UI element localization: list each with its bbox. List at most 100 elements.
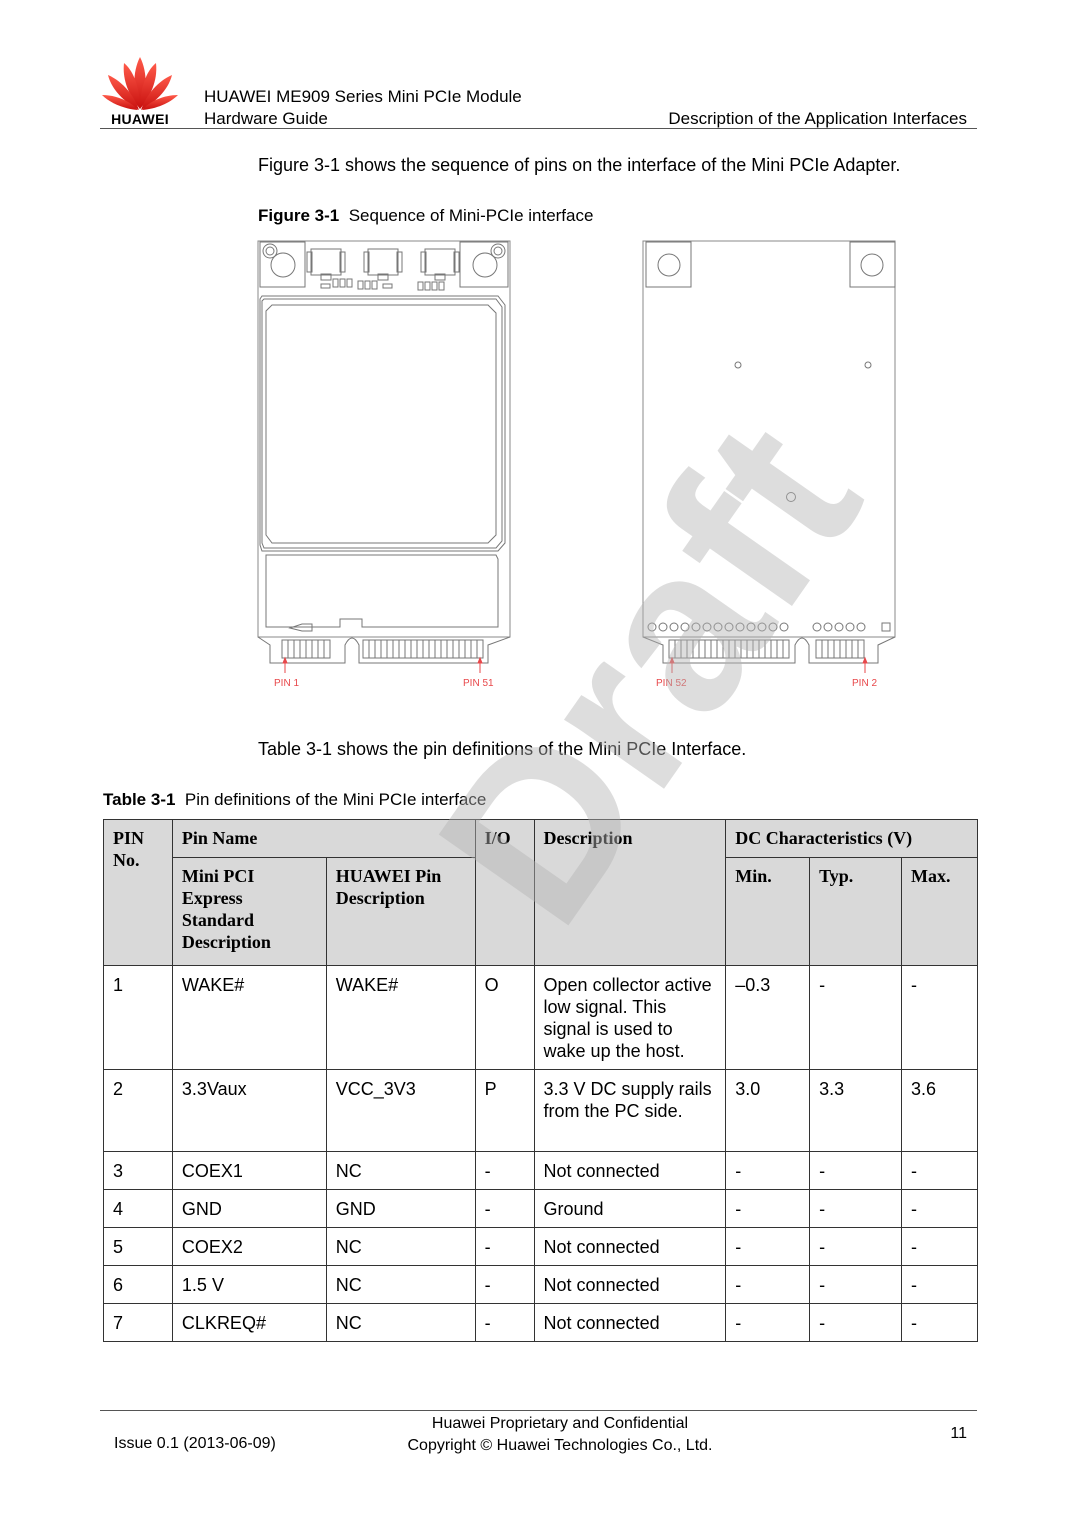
cell-min: - bbox=[725, 1303, 811, 1342]
logo-wordmark: HUAWEI bbox=[111, 111, 169, 127]
cell-min: - bbox=[725, 1265, 811, 1304]
cell-min: 3.0 bbox=[725, 1069, 811, 1152]
cell-huawei-name: VCC_3V3 bbox=[325, 1069, 476, 1152]
table-caption-text: Pin definitions of the Mini PCIe interfa… bbox=[184, 790, 487, 809]
cell-description: Ground bbox=[533, 1189, 727, 1228]
header-divider bbox=[100, 128, 977, 129]
cell-min: –0.3 bbox=[725, 965, 811, 1070]
cell-max: - bbox=[900, 1303, 979, 1342]
cell-typ: 3.3 bbox=[809, 1069, 902, 1152]
figure-label: Figure 3-1 bbox=[258, 206, 340, 225]
table-label: Table 3-1 bbox=[103, 790, 176, 809]
footer-confidential: Huawei Proprietary and Confidential Copy… bbox=[380, 1413, 740, 1457]
cell-min: - bbox=[725, 1189, 811, 1228]
cell-description: 3.3 V DC supply rails from the PC side. bbox=[533, 1069, 727, 1152]
cell-pin: 5 bbox=[103, 1227, 173, 1266]
front-board-drawing bbox=[257, 240, 511, 673]
cell-description: Not connected bbox=[533, 1303, 727, 1342]
section-title: Description of the Application Interface… bbox=[668, 109, 967, 128]
table-row: 1 WAKE# WAKE# O Open collector active lo… bbox=[103, 965, 979, 1070]
cell-huawei-name: NC bbox=[325, 1227, 476, 1266]
cell-std-name: 1.5 V bbox=[171, 1265, 327, 1304]
figure-caption-text: Sequence of Mini-PCIe interface bbox=[348, 206, 594, 225]
cell-io: - bbox=[474, 1227, 535, 1266]
cell-pin: 4 bbox=[103, 1189, 173, 1228]
page-number: 11 bbox=[950, 1425, 967, 1442]
mini-pcie-figure: PIN 1 PIN 51 PIN 52 PIN 2 bbox=[250, 235, 910, 705]
cell-max: - bbox=[900, 1189, 979, 1228]
cell-huawei-name: NC bbox=[325, 1151, 476, 1190]
table-row: 6 1.5 V NC - Not connected - - - bbox=[103, 1265, 979, 1304]
cell-typ: - bbox=[809, 1303, 902, 1342]
cell-typ: - bbox=[809, 1265, 902, 1304]
cell-pin: 2 bbox=[103, 1069, 173, 1152]
cell-max: 3.6 bbox=[900, 1069, 979, 1152]
cell-std-name: GND bbox=[171, 1189, 327, 1228]
table-row: 4 GND GND - Ground - - - bbox=[103, 1189, 979, 1228]
document-subtitle: Hardware Guide bbox=[204, 109, 328, 128]
header-min: Min. bbox=[725, 857, 811, 966]
document-title: HUAWEI ME909 Series Mini PCIe Module bbox=[204, 87, 522, 106]
cell-typ: - bbox=[809, 1189, 902, 1228]
header-pin-no: PIN No. bbox=[103, 819, 173, 966]
header-huawei-pin: HUAWEI Pin Description bbox=[325, 857, 476, 966]
cell-io: P bbox=[474, 1069, 535, 1152]
header-max: Max. bbox=[900, 857, 979, 966]
cell-min: - bbox=[725, 1151, 811, 1190]
table-row: 5 COEX2 NC - Not connected - - - bbox=[103, 1227, 979, 1266]
cell-std-name: CLKREQ# bbox=[171, 1303, 327, 1342]
cell-typ: - bbox=[809, 1151, 902, 1190]
header-typ: Typ. bbox=[809, 857, 902, 966]
cell-min: - bbox=[725, 1227, 811, 1266]
cell-pin: 7 bbox=[103, 1303, 173, 1342]
cell-description: Not connected bbox=[533, 1227, 727, 1266]
cell-huawei-name: WAKE# bbox=[325, 965, 476, 1070]
back-board-drawing bbox=[642, 240, 896, 673]
cell-huawei-name: GND bbox=[325, 1189, 476, 1228]
cell-max: - bbox=[900, 965, 979, 1070]
table-intro-paragraph: Table 3-1 shows the pin definitions of t… bbox=[258, 739, 747, 759]
pin-label-52: PIN 52 bbox=[656, 678, 687, 689]
cell-huawei-name: NC bbox=[325, 1303, 476, 1342]
huawei-flower-icon bbox=[102, 57, 178, 110]
cell-description: Not connected bbox=[533, 1151, 727, 1190]
intro-paragraph: Figure 3-1 shows the sequence of pins on… bbox=[258, 155, 901, 175]
cell-pin: 1 bbox=[103, 965, 173, 1070]
cell-io: - bbox=[474, 1303, 535, 1342]
table-row: 7 CLKREQ# NC - Not connected - - - bbox=[103, 1303, 979, 1342]
cell-io: - bbox=[474, 1189, 535, 1228]
cell-std-name: COEX2 bbox=[171, 1227, 327, 1266]
cell-max: - bbox=[900, 1151, 979, 1190]
copyright-text: Copyright © Huawei Technologies Co., Ltd… bbox=[407, 1437, 713, 1454]
footer-divider bbox=[100, 1410, 977, 1411]
cell-description: Not connected bbox=[533, 1265, 727, 1304]
header-io: I/O bbox=[474, 819, 535, 966]
cell-max: - bbox=[900, 1227, 979, 1266]
pin-label-2: PIN 2 bbox=[852, 678, 878, 689]
table-row: 2 3.3Vaux VCC_3V3 P 3.3 V DC supply rail… bbox=[103, 1069, 979, 1152]
cell-max: - bbox=[900, 1265, 979, 1304]
cell-description: Open collector active low signal. This s… bbox=[533, 965, 727, 1070]
cell-io: O bbox=[474, 965, 535, 1070]
header-mini-pci-standard: Mini PCI Express Standard Description bbox=[171, 857, 327, 966]
cell-pin: 3 bbox=[103, 1151, 173, 1190]
issue-info: Issue 0.1 (2013-06-09) bbox=[114, 1435, 276, 1452]
header-pin-name: Pin Name bbox=[171, 819, 476, 858]
cell-std-name: WAKE# bbox=[171, 965, 327, 1070]
huawei-logo: HUAWEI bbox=[100, 55, 180, 130]
cell-typ: - bbox=[809, 1227, 902, 1266]
cell-io: - bbox=[474, 1151, 535, 1190]
table-caption: Table 3-1 Pin definitions of the Mini PC… bbox=[103, 790, 486, 810]
header-description: Description bbox=[533, 819, 727, 966]
cell-std-name: COEX1 bbox=[171, 1151, 327, 1190]
cell-pin: 6 bbox=[103, 1265, 173, 1304]
cell-huawei-name: NC bbox=[325, 1265, 476, 1304]
pin-label-1: PIN 1 bbox=[274, 678, 300, 689]
figure-caption: Figure 3-1 Sequence of Mini-PCIe interfa… bbox=[258, 206, 593, 226]
pin-definitions-table: PIN No. Pin Name I/O Description DC Char… bbox=[103, 819, 979, 1342]
cell-io: - bbox=[474, 1265, 535, 1304]
confidential-text: Huawei Proprietary and Confidential bbox=[431, 1415, 689, 1432]
cell-std-name: 3.3Vaux bbox=[171, 1069, 327, 1152]
cell-typ: - bbox=[809, 965, 902, 1070]
table-row: 3 COEX1 NC - Not connected - - - bbox=[103, 1151, 979, 1190]
